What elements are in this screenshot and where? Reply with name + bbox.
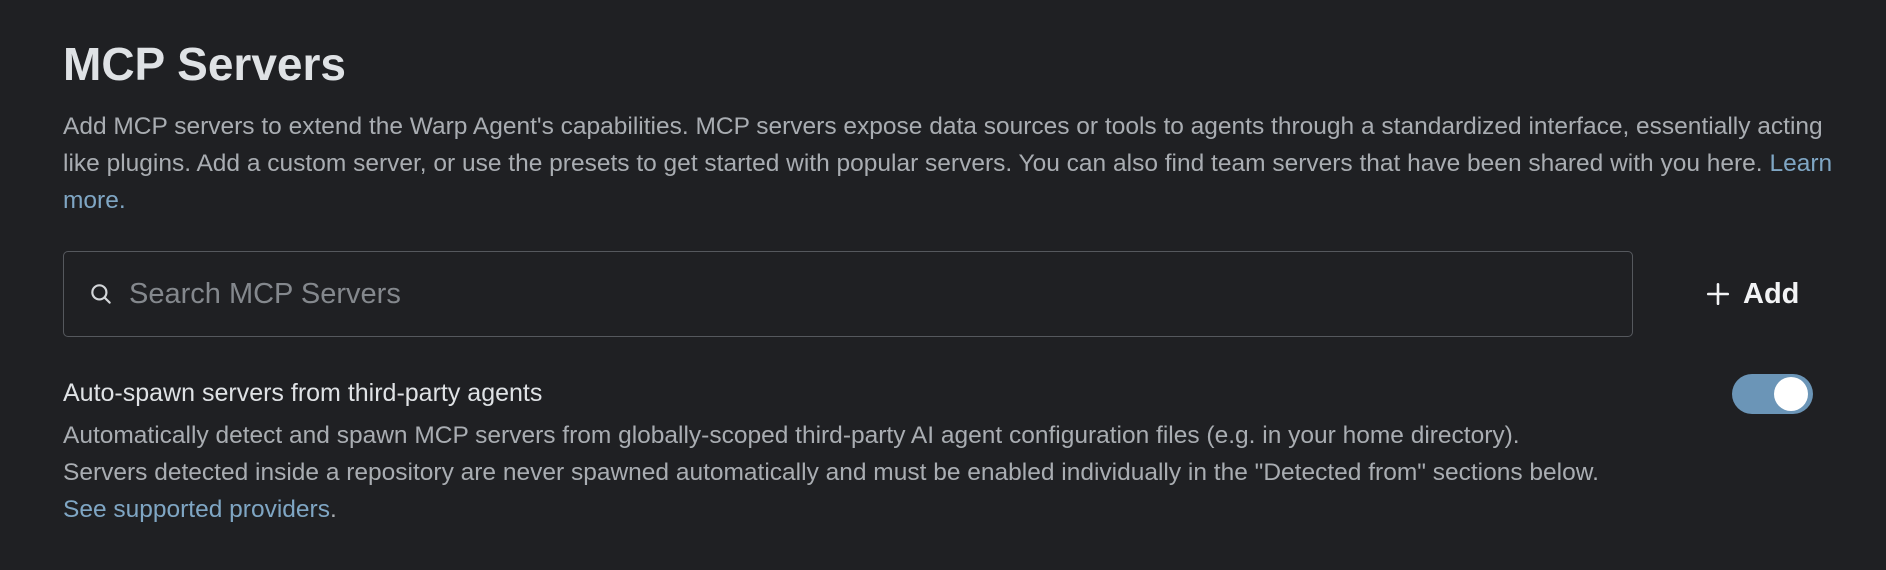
search-row: Add [63,251,1823,337]
auto-spawn-description-line2: Servers detected inside a repository are… [63,459,1599,486]
search-box[interactable] [63,251,1633,337]
search-input[interactable] [127,263,1616,325]
auto-spawn-setting: Auto-spawn servers from third-party agen… [63,375,1833,528]
auto-spawn-description-line1: Automatically detect and spawn MCP serve… [63,422,1520,449]
toggle-knob [1774,377,1808,411]
mcp-servers-page: MCP Servers Add MCP servers to extend th… [0,0,1886,570]
auto-spawn-toggle[interactable] [1732,374,1813,414]
page-title: MCP Servers [63,38,346,90]
add-server-button[interactable]: Add [1693,267,1811,321]
auto-spawn-title: Auto-spawn servers from third-party agen… [63,379,543,407]
search-icon [91,284,111,304]
add-button-label: Add [1743,277,1800,310]
link-suffix: . [329,496,337,523]
page-description: Add MCP servers to extend the Warp Agent… [63,108,1843,219]
description-text: Add MCP servers to extend the Warp Agent… [63,113,1823,177]
supported-providers-link[interactable]: See supported providers [63,496,330,523]
plus-icon [1706,282,1730,306]
auto-spawn-description: Automatically detect and spawn MCP serve… [63,417,1803,528]
